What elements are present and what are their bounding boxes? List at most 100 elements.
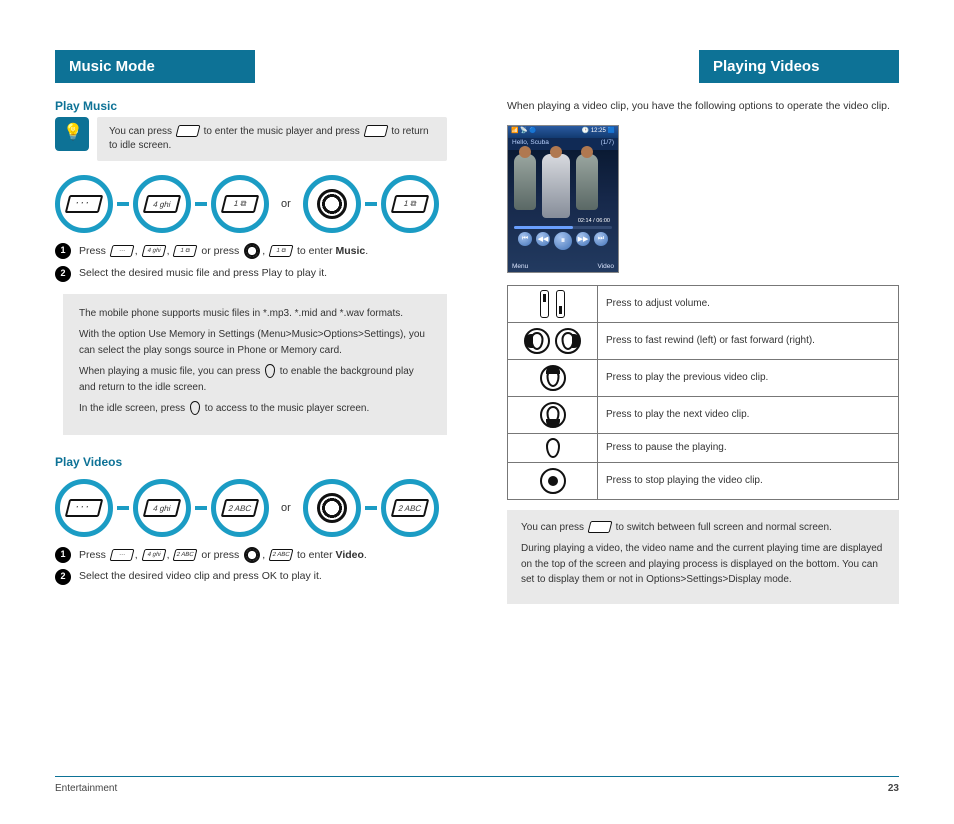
table-row: Press to pause the playing. [508, 433, 899, 462]
subtitle-play-music: Play Music [55, 99, 447, 113]
nav-left-icon [524, 328, 550, 354]
chain-or: or [281, 502, 291, 514]
step-2: 2 Select the desired music file and pres… [55, 266, 447, 282]
control-desc: Press to stop playing the video clip. [598, 462, 899, 499]
tip-icon [55, 117, 89, 151]
key-right-soft-icon [175, 125, 200, 137]
status-right: 🕒 12:25 🟦 [582, 127, 615, 137]
key-2-icon: 2 ABC [173, 549, 198, 561]
key-2-icon: 2 ABC [269, 549, 294, 561]
figure-icon [514, 154, 536, 210]
icon-cell [508, 462, 598, 499]
step-4: 2 Select the desired video clip and pres… [55, 569, 447, 585]
key-4-icon: 4 ghi [133, 479, 191, 537]
page-number: 23 [888, 783, 899, 794]
bullet-2-icon: 2 [55, 266, 71, 282]
infobox-line: When playing a music file, you can press… [79, 364, 431, 395]
chain-dash-icon [195, 202, 207, 206]
chain-or: or [281, 198, 291, 210]
nav-chain-music: 4 ghi 1 ⧉ or 1 ⧉ [55, 175, 447, 233]
icon-cell [508, 285, 598, 322]
nav-down-icon [540, 402, 566, 428]
tip-line: You can press to switch between full scr… [521, 520, 885, 536]
key-4-icon: 4 ghi [141, 245, 166, 257]
nav-ok-icon [546, 438, 560, 458]
key-back-icon [363, 125, 388, 137]
step-3-text: Press ···, 4 ghi, 2 ABC or press , 2 ABC… [79, 547, 447, 564]
key-4-icon: 4 ghi [133, 175, 191, 233]
section-title-playing-videos: Playing Videos [699, 50, 899, 83]
phone-video-area: 02:14 / 06:00 ⏮ ◀◀ ⏸ ▶▶ ⏭ Menu Video [508, 150, 618, 272]
left-column: Music Mode Play Music You can press to e… [55, 50, 447, 604]
phone-screenshot: 📶 📡 🔵 🕒 12:25 🟦 Hello, Scuba (1/7) 02:14… [507, 125, 619, 273]
key-1-icon: 1 ⧉ [381, 175, 439, 233]
volume-up-key-icon [540, 290, 549, 318]
status-left: 📶 📡 🔵 [511, 127, 537, 137]
key-2-icon: 2 ABC [211, 479, 269, 537]
info-box-music: The mobile phone supports music files in… [63, 294, 447, 435]
key-menu-icon [55, 175, 113, 233]
tip-box-video: You can press to switch between full scr… [507, 510, 899, 604]
pause-icon: ⏸ [554, 232, 572, 250]
table-row: Press to stop playing the video clip. [508, 462, 899, 499]
table-row: Press to fast rewind (left) or fast forw… [508, 322, 899, 359]
key-1-icon: 1 ⧉ [173, 245, 198, 257]
control-desc: Press to adjust volume. [598, 285, 899, 322]
right-column: Playing Videos When playing a video clip… [507, 50, 899, 604]
phone-time: 02:14 / 06:00 [578, 218, 610, 224]
chain-dash-icon [117, 202, 129, 206]
control-desc: Press to pause the playing. [598, 433, 899, 462]
icon-cell [508, 359, 598, 396]
rewind-icon: ◀◀ [536, 232, 550, 246]
volume-down-key-icon [556, 290, 565, 318]
step-2-text: Select the desired music file and press … [79, 266, 447, 282]
bullet-2-icon: 2 [55, 569, 71, 585]
icon-cell [508, 396, 598, 433]
chain-dash-icon [365, 506, 377, 510]
softkey-left: Menu [512, 263, 528, 270]
tip-line: During playing a video, the video name a… [521, 541, 885, 588]
control-desc: Press to play the previous video clip. [598, 359, 899, 396]
key-menu-icon: ··· [109, 245, 134, 257]
step-1: 1 Press ···, 4 ghi, 1 ⧉ or press , 1 ⧉ t… [55, 243, 447, 260]
key-nav-icon [244, 547, 260, 563]
chain-dash-icon [195, 506, 207, 510]
control-desc: Press to play the next video clip. [598, 396, 899, 433]
intro-text: When playing a video clip, you have the … [507, 99, 899, 115]
nav-center-press-icon [540, 468, 566, 494]
key-1-icon: 1 ⧉ [269, 245, 294, 257]
nav-chain-video: 4 ghi 2 ABC or 2 ABC [55, 479, 447, 537]
phone-playback-controls: 02:14 / 06:00 ⏮ ◀◀ ⏸ ▶▶ ⏭ [514, 226, 612, 256]
phone-softkeys: Menu Video [512, 263, 614, 270]
progress-bar-icon [514, 226, 612, 229]
chain-dash-icon [117, 506, 129, 510]
phone-counter: (1/7) [601, 139, 614, 149]
table-row: Press to adjust volume. [508, 285, 899, 322]
phone-status-bar: 📶 📡 🔵 🕒 12:25 🟦 [508, 126, 618, 138]
bullet-1-icon: 1 [55, 243, 71, 259]
key-drop-icon [265, 364, 275, 378]
key-drop-icon [190, 401, 200, 415]
nav-up-icon [540, 365, 566, 391]
footer-section: Entertainment [55, 783, 117, 794]
infobox-line: The mobile phone supports music files in… [79, 306, 431, 322]
key-nav-icon [244, 243, 260, 259]
icon-cell [508, 433, 598, 462]
bullet-1-icon: 1 [55, 547, 71, 563]
key-1-icon: 1 ⧉ [211, 175, 269, 233]
step-1-text: Press ···, 4 ghi, 1 ⧉ or press , 1 ⧉ to … [79, 243, 447, 260]
section-title-music-mode: Music Mode [55, 50, 255, 83]
key-nav-center-icon [303, 175, 361, 233]
icon-cell [508, 322, 598, 359]
controls-table: Press to adjust volume. Press to fast re… [507, 285, 899, 500]
infobox-line: In the idle screen, press to access to t… [79, 401, 431, 417]
figure-icon [542, 154, 570, 218]
table-row: Press to play the previous video clip. [508, 359, 899, 396]
tip-music-shortcut: You can press to enter the music player … [55, 117, 447, 161]
key-4-icon: 4 ghi [141, 549, 166, 561]
infobox-line: With the option Use Memory in Settings (… [79, 327, 431, 358]
key-nav-center-icon [303, 479, 361, 537]
figure-icon [576, 154, 598, 210]
prev-icon: ⏮ [518, 232, 532, 246]
key-menu-icon: ··· [109, 549, 134, 561]
